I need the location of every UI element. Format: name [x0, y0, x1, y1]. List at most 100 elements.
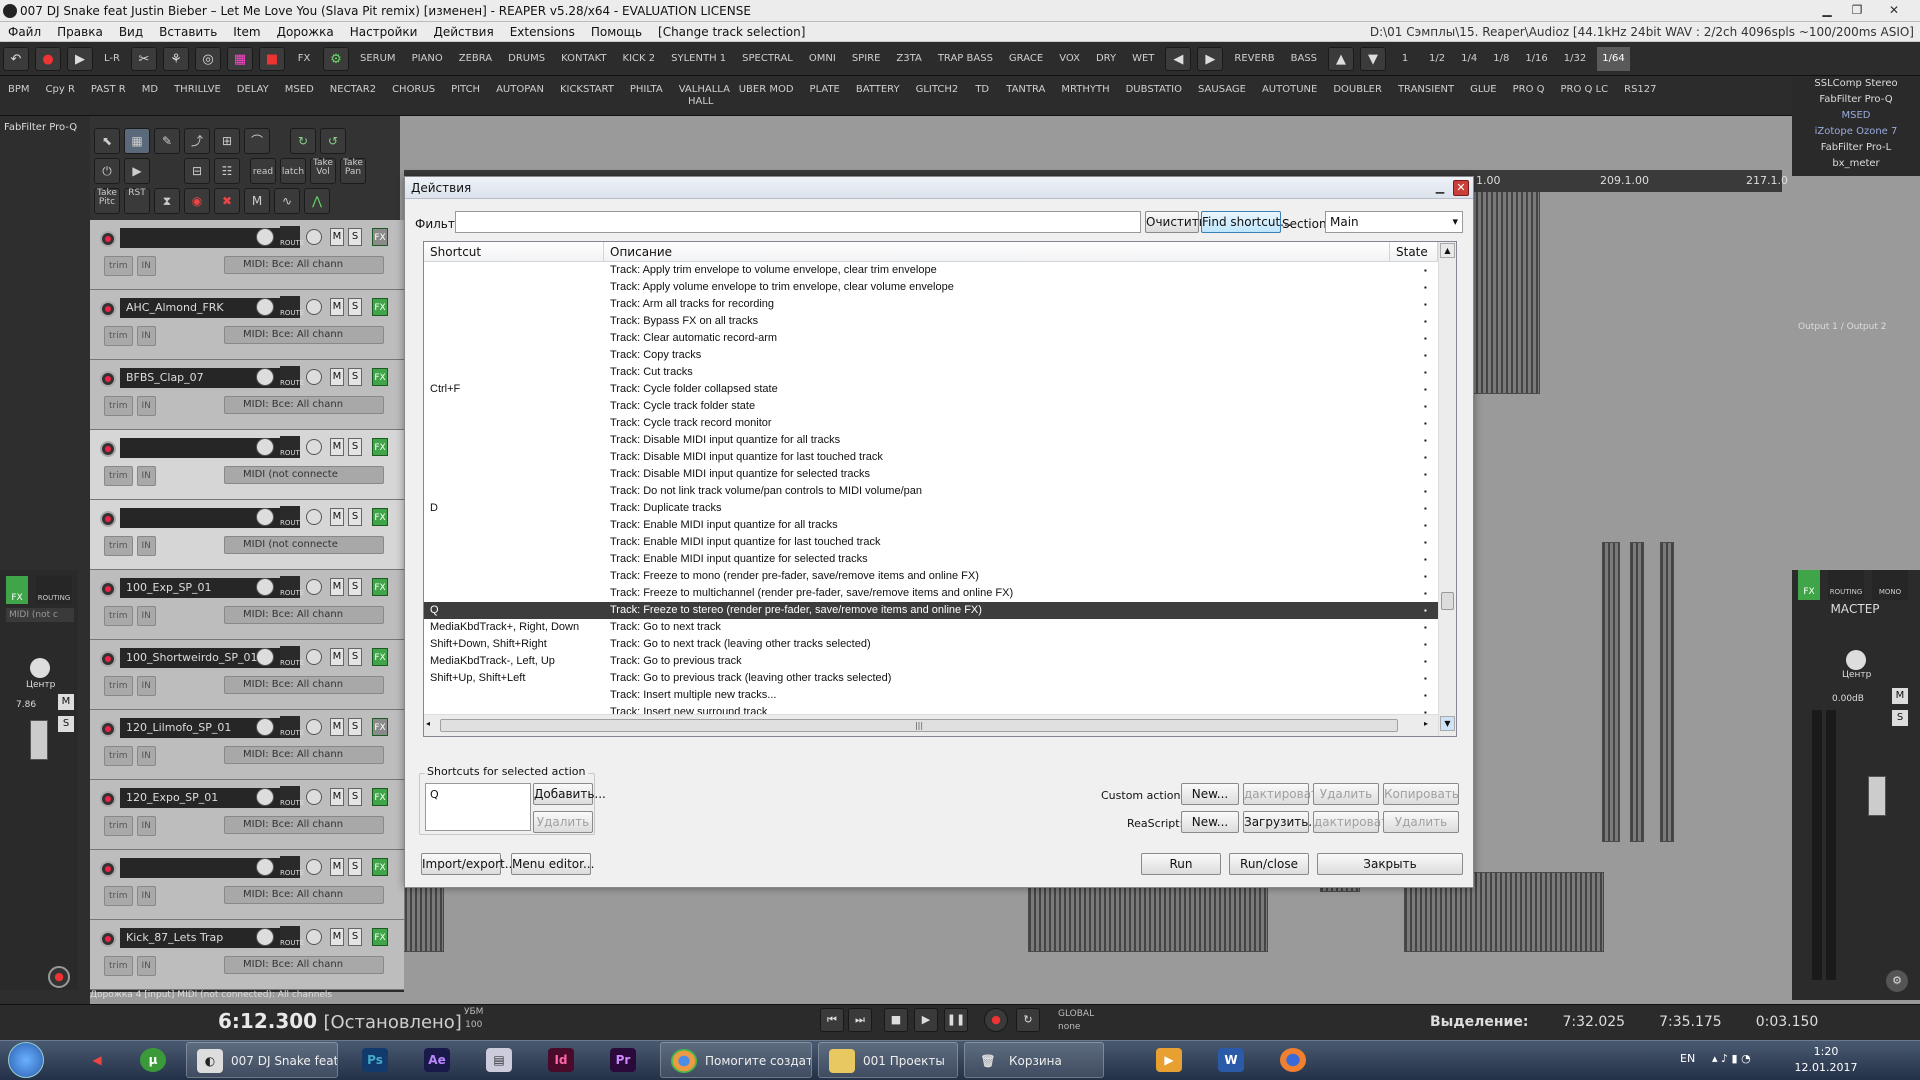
- volume-knob[interactable]: [256, 578, 274, 596]
- tb2-pitch[interactable]: PITCH: [446, 81, 485, 111]
- tb2-pastr[interactable]: PAST R: [86, 81, 131, 111]
- record-arm-icon[interactable]: [100, 791, 116, 807]
- mute-button[interactable]: M: [330, 788, 344, 806]
- close-window-icon[interactable]: ✕: [1872, 0, 1916, 20]
- taskbar-word[interactable]: W: [1208, 1042, 1248, 1078]
- table-row[interactable]: MediaKbdTrack+, Right, Down Track: Go to …: [424, 619, 1438, 636]
- tb-lr[interactable]: L-R: [99, 47, 125, 71]
- solo-button[interactable]: S: [348, 298, 362, 316]
- solo-button[interactable]: S: [348, 368, 362, 386]
- taskbar-premiere[interactable]: Pr: [600, 1042, 640, 1078]
- volume-knob[interactable]: [256, 228, 274, 246]
- input-button[interactable]: IN: [136, 886, 156, 906]
- input-button[interactable]: IN: [136, 676, 156, 696]
- reascript-load-button[interactable]: Загрузить...: [1243, 811, 1320, 833]
- system-clock[interactable]: 1:20 12.01.2017: [1786, 1044, 1866, 1076]
- minimize-icon[interactable]: ▁: [1812, 0, 1842, 20]
- menu-editor-button[interactable]: Menu editor...: [511, 853, 594, 875]
- fx-button[interactable]: FX: [372, 438, 388, 456]
- table-row[interactable]: Track: Enable MIDI input quantize for se…: [424, 551, 1438, 568]
- table-row[interactable]: Track: Apply trim envelope to volume env…: [424, 262, 1438, 279]
- run-close-button[interactable]: Run/close: [1229, 853, 1309, 875]
- arrow-right-icon[interactable]: ▶: [1197, 47, 1224, 71]
- route-button[interactable]: ROUTE: [280, 366, 304, 388]
- take-pitch-button[interactable]: Take Pitc: [94, 188, 120, 214]
- menu-item[interactable]: Item: [225, 22, 268, 41]
- record-arm-icon[interactable]: [100, 581, 116, 597]
- tb-vox[interactable]: VOX: [1054, 47, 1085, 71]
- taskbar-photoshop[interactable]: Ps: [352, 1042, 392, 1078]
- table-row[interactable]: MediaKbdTrack-, Left, Up Track: Go to pre…: [424, 653, 1438, 670]
- loop-icon[interactable]: ↻: [290, 128, 316, 154]
- hourglass-icon[interactable]: ⧗: [154, 188, 180, 214]
- tb-grace[interactable]: GRACE: [1004, 47, 1048, 71]
- tb-trapbass[interactable]: TRAP BASS: [933, 47, 998, 71]
- tb-piano[interactable]: PIANO: [407, 47, 448, 71]
- table-row[interactable]: Track: Disable MIDI input quantize for s…: [424, 466, 1438, 483]
- table-row[interactable]: Ctrl+F Track: Cycle folder collapsed stat…: [424, 381, 1438, 398]
- route-button[interactable]: ROUTE: [280, 296, 304, 318]
- color-icon[interactable]: ▦: [227, 47, 253, 71]
- left-midi-input[interactable]: MIDI (not c: [6, 608, 74, 622]
- tb2-proq[interactable]: PRO Q: [1508, 81, 1550, 111]
- track-input-select[interactable]: MIDI: Все: All chann: [224, 816, 384, 834]
- group-icon[interactable]: ⊞: [214, 128, 240, 154]
- taskbar-folder[interactable]: 001 Проекты: [818, 1042, 958, 1078]
- grid-1-64[interactable]: 1/64: [1597, 47, 1630, 71]
- route-button[interactable]: ROUTE: [280, 506, 304, 528]
- skip-back-icon[interactable]: ⏮: [820, 1008, 844, 1032]
- import-export-button[interactable]: Import/export...: [421, 853, 516, 875]
- tb2-glue[interactable]: GLUE: [1465, 81, 1501, 111]
- tb2-autopan[interactable]: AUTOPAN: [491, 81, 549, 111]
- master-routing-button[interactable]: ROUTING: [1828, 570, 1864, 600]
- solo-button[interactable]: S: [348, 718, 362, 736]
- taskbar-utorrent-icon[interactable]: µ: [130, 1042, 166, 1078]
- tb-zebra[interactable]: ZEBRA: [454, 47, 497, 71]
- trim-button[interactable]: trim: [104, 606, 133, 626]
- fx-button[interactable]: FX: [372, 228, 388, 246]
- fx-button[interactable]: FX: [372, 578, 388, 596]
- remove-shortcut-button[interactable]: Удалить: [533, 811, 593, 833]
- input-button[interactable]: IN: [136, 956, 156, 976]
- split-icon[interactable]: ⊟: [184, 158, 210, 184]
- table-row[interactable]: Track: Do not link track volume/pan cont…: [424, 483, 1438, 500]
- track-header[interactable]: ROUTE M S FX trim IN MIDI (not connecte: [90, 430, 404, 500]
- solo-button[interactable]: S: [348, 648, 362, 666]
- solo-button[interactable]: S: [348, 438, 362, 456]
- tb-serum[interactable]: SERUM: [355, 47, 401, 71]
- rst-button[interactable]: RST: [124, 188, 150, 214]
- run-button[interactable]: Run: [1141, 853, 1221, 875]
- fx-bxmeter[interactable]: bx_meter: [1792, 156, 1920, 172]
- track-header[interactable]: 120_Lilmofo_SP_01 ROUTE M S FX trim IN MIDI: Вс…: [90, 710, 404, 780]
- fx-off-icon[interactable]: ✖: [214, 188, 240, 214]
- record-transport-icon[interactable]: ●: [984, 1008, 1008, 1032]
- solo-button[interactable]: S: [348, 858, 362, 876]
- solo-button[interactable]: S: [348, 228, 362, 246]
- tb2-chorus[interactable]: CHORUS: [387, 81, 440, 111]
- input-button[interactable]: IN: [136, 816, 156, 836]
- track-header[interactable]: 120_Expo_SP_01 ROUTE M S FX trim IN MIDI: Все: …: [90, 780, 404, 850]
- tb-kontakt[interactable]: KONTAKT: [556, 47, 611, 71]
- trim-button[interactable]: trim: [104, 956, 133, 976]
- tb2-delay[interactable]: DELAY: [232, 81, 274, 111]
- play-transport-icon[interactable]: ▶: [914, 1008, 938, 1032]
- vscroll-thumb[interactable]: [1441, 592, 1454, 610]
- volume-knob[interactable]: [256, 438, 274, 456]
- bpm-display[interactable]: УБМ 100: [464, 1006, 483, 1032]
- route-button[interactable]: ROUTE: [280, 716, 304, 738]
- maximize-icon[interactable]: ❐: [1842, 0, 1872, 20]
- table-row[interactable]: Track: Copy tracks ▪: [424, 347, 1438, 364]
- global-automation[interactable]: GLOBAL none: [1058, 1008, 1094, 1034]
- media-item[interactable]: [1470, 184, 1540, 394]
- trim-button[interactable]: trim: [104, 816, 133, 836]
- fx-msed[interactable]: MSED: [1792, 108, 1920, 124]
- track-header[interactable]: AHC_Almond_FRK ROUTE M S FX trim IN MIDI: Все: …: [90, 290, 404, 360]
- fx-button[interactable]: FX: [372, 298, 388, 316]
- glue-icon[interactable]: ⚘: [163, 47, 189, 71]
- table-row[interactable]: Track: Insert multiple new tracks... ▪: [424, 687, 1438, 704]
- pan-knob[interactable]: [306, 859, 322, 875]
- left-mute-button[interactable]: M: [58, 694, 74, 710]
- menu-file[interactable]: Файл: [0, 22, 49, 41]
- solo-button[interactable]: S: [348, 578, 362, 596]
- pencil-icon[interactable]: ✎: [154, 128, 180, 154]
